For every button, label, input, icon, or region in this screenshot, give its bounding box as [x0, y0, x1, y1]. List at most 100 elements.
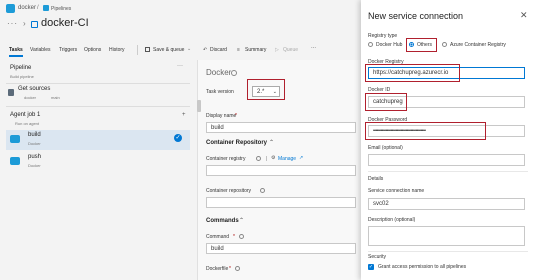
tab-triggers[interactable]: Triggers: [59, 47, 77, 53]
checkbox-checked-icon: ✓: [368, 264, 374, 270]
pipe-divider: |: [266, 156, 268, 162]
command-select[interactable]: build: [206, 243, 356, 254]
command-value: build: [211, 246, 224, 252]
details-label: Details: [368, 176, 384, 182]
grant-access-checkbox[interactable]: ✓ Grant access permission to all pipelin…: [368, 264, 533, 273]
info-icon[interactable]: [231, 70, 237, 76]
panel-title: New service connection: [368, 11, 464, 21]
save-queue-button[interactable]: Save & queue ⌄: [143, 45, 193, 56]
breadcrumb-pipelines[interactable]: Pipelines: [51, 6, 71, 12]
display-name-label: Display name: [206, 113, 237, 119]
divider: [368, 171, 528, 172]
save-queue-label: Save & queue: [153, 47, 185, 53]
pipeline-item[interactable]: Pipeline Build pipeline ···: [0, 62, 196, 82]
tab-tasks-underline: [9, 55, 23, 57]
drag-handle-icon[interactable]: [197, 100, 201, 112]
manage-gear-icon[interactable]: ⚙: [271, 155, 275, 161]
breadcrumb-project[interactable]: docker: [18, 5, 36, 11]
dockerfile-label: Dockerfile: [206, 266, 229, 272]
info-icon[interactable]: [256, 156, 261, 161]
tab-bar: Tasks Variables Triggers Options History…: [0, 43, 360, 57]
get-sources-title: Get sources: [18, 86, 51, 92]
service-connection-panel: New service connection ✕ Registry type D…: [361, 0, 540, 280]
task-type: Docker: [28, 141, 41, 146]
description-label: Description (optional): [368, 217, 416, 223]
breadcrumb-separator: /: [37, 5, 39, 11]
chevron-up-icon[interactable]: ⌃: [269, 139, 274, 146]
undo-icon: ↶: [203, 47, 208, 53]
toolbar-divider: [137, 45, 138, 55]
connection-name-value: svc02: [373, 201, 389, 207]
get-sources-item[interactable]: Get sources docker main: [0, 84, 196, 104]
info-icon[interactable]: [235, 266, 240, 271]
task-version-label: Task version: [206, 89, 234, 95]
manage-link[interactable]: Manage: [278, 156, 296, 162]
save-icon: [145, 47, 150, 52]
connection-name-input[interactable]: svc02: [368, 198, 525, 210]
add-task-icon[interactable]: +: [182, 112, 186, 118]
agent-job-subtitle: Run on agent: [15, 121, 40, 126]
pipeline-title: Pipeline: [10, 65, 32, 71]
external-link-icon[interactable]: ↗: [299, 155, 303, 161]
chevron-right-icon: ›: [23, 19, 26, 28]
chevron-up-icon[interactable]: ⌃: [239, 217, 244, 224]
task-type: Docker: [28, 163, 41, 168]
commands-section[interactable]: Commands: [206, 218, 239, 224]
tab-variables[interactable]: Variables: [30, 47, 50, 53]
container-repository-input[interactable]: [206, 197, 356, 208]
command-label: Command: [206, 234, 230, 240]
toolbar-more-button[interactable]: ...: [311, 44, 316, 50]
container-repository-label: Container repository: [206, 188, 252, 194]
pipelines-icon: [43, 5, 49, 11]
pipeline-icon: [31, 21, 38, 28]
play-icon: ▷: [275, 47, 279, 53]
agent-job-item[interactable]: Agent job 1 Run on agent +: [0, 108, 196, 130]
radio-circle-icon: [368, 42, 373, 47]
required-mark: *: [229, 266, 231, 272]
task-name: build: [28, 132, 41, 138]
chevron-down-icon: ⌄: [187, 46, 192, 52]
info-icon[interactable]: [260, 188, 265, 193]
get-sources-repo: docker: [24, 95, 37, 100]
container-registry-select[interactable]: [206, 165, 356, 176]
radio-label: Azure Container Registry: [450, 42, 506, 48]
container-repo-section[interactable]: Container Repository: [206, 140, 267, 146]
list-icon: ≡: [237, 47, 240, 53]
radio-docker-hub[interactable]: Docker Hub: [368, 41, 408, 50]
task-list-panel: Pipeline Build pipeline ··· Get sources …: [0, 60, 196, 280]
radio-acr[interactable]: Azure Container Registry: [442, 41, 538, 50]
connection-name-label: Service connection name: [368, 188, 425, 194]
task-detail-pane: Docker Task version 2.* ⌄ Display name *…: [197, 60, 363, 280]
highlight-box: [365, 122, 486, 140]
get-sources-branch: main: [51, 95, 60, 100]
header-bar: docker / Pipelines ··· › docker-CI: [0, 0, 360, 40]
required-mark: *: [235, 113, 237, 119]
more-options-icon[interactable]: ···: [7, 19, 18, 28]
docker-task-icon: [10, 135, 20, 143]
tab-history[interactable]: History: [109, 47, 125, 53]
highlight-box: [247, 79, 285, 100]
docker-logo-icon: [6, 4, 15, 13]
tab-options[interactable]: Options: [84, 47, 101, 53]
docker-task-icon: [10, 157, 20, 165]
close-icon[interactable]: ✕: [520, 10, 528, 21]
pipeline-subtitle: Build pipeline: [10, 74, 34, 79]
description-textarea[interactable]: [368, 226, 525, 246]
required-mark: *: [233, 234, 235, 240]
task-row-push[interactable]: push Docker: [6, 152, 190, 172]
task-name: push: [28, 154, 42, 160]
summary-button[interactable]: ≡ Summary: [237, 45, 271, 56]
queue-button[interactable]: ▷ Queue: [275, 45, 307, 56]
discard-button[interactable]: ↶ Discard: [203, 45, 235, 56]
info-icon[interactable]: [239, 234, 244, 239]
display-name-input[interactable]: build: [206, 122, 356, 133]
email-input[interactable]: [368, 154, 525, 166]
pipeline-more-icon[interactable]: ···: [177, 63, 183, 69]
check-circle-icon: ✓: [174, 134, 182, 142]
email-label: Email (optional): [368, 145, 403, 151]
radio-label: Docker Hub: [376, 42, 403, 48]
summary-label: Summary: [245, 47, 267, 53]
task-row-build[interactable]: build Docker ✓: [6, 130, 190, 150]
agent-job-title: Agent job 1: [10, 112, 41, 118]
tab-tasks[interactable]: Tasks: [9, 47, 23, 53]
